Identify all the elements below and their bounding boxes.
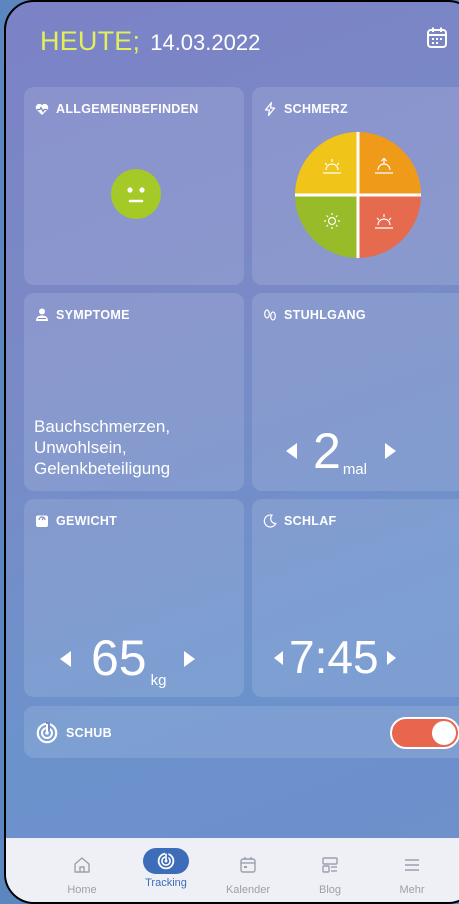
symptom-item: Gelenkbeteiligung	[34, 459, 171, 478]
stuhlgang-stepper: 2 mal	[286, 423, 396, 479]
flare-target-icon	[36, 722, 58, 744]
card-gewicht[interactable]: GEWICHT 65 kg	[24, 499, 244, 697]
calendar-icon	[239, 854, 257, 876]
card-title: STUHLGANG	[284, 308, 366, 322]
nav-label: Kalender	[225, 884, 271, 896]
nav-tracking[interactable]: Tracking	[131, 838, 201, 902]
stuhlgang-value: 2	[313, 423, 341, 479]
tracking-icon	[143, 848, 189, 874]
schlaf-value: 7:45	[289, 631, 379, 683]
app-screen: HEUTE; 14.03.2022 ALLGEMEINBEFINDEN SCHM…	[4, 0, 459, 904]
schub-toggle[interactable]	[390, 717, 459, 749]
card-schub: SCHUB	[24, 706, 459, 758]
heart-pulse-icon	[34, 101, 50, 117]
card-title: ALLGEMEINBEFINDEN	[56, 102, 199, 116]
calendar-icon[interactable]	[426, 26, 448, 50]
date-label: 14.03.2022	[150, 29, 261, 55]
nav-label: Tracking	[145, 877, 187, 889]
pain-quadrant-morning	[295, 132, 358, 195]
nav-mehr[interactable]: Mehr	[377, 838, 447, 902]
blog-icon	[321, 854, 339, 876]
increment-button[interactable]	[384, 443, 396, 459]
gewicht-unit: kg	[150, 672, 167, 689]
card-symptome[interactable]: SYMPTOME Bauchschmerzen, Unwohlsein, Gel…	[24, 293, 244, 491]
gewicht-stepper: 65 kg	[60, 630, 196, 689]
bottom-navigation: Home Tracking Kalender Blog Mehr	[6, 838, 459, 902]
pain-quadrant-evening	[358, 195, 421, 258]
card-title: GEWICHT	[56, 514, 118, 528]
pain-quadrant-chart[interactable]	[295, 132, 421, 258]
neutral-face-icon	[111, 169, 161, 219]
card-title: SYMPTOME	[56, 308, 130, 322]
symptom-item: Bauchschmerzen,	[34, 417, 171, 436]
decrement-button[interactable]	[60, 651, 71, 667]
nav-blog[interactable]: Blog	[295, 838, 365, 902]
nav-home[interactable]: Home	[47, 838, 117, 902]
card-title: SCHUB	[66, 726, 112, 740]
card-allgemeinbefinden[interactable]: ALLGEMEINBEFINDEN	[24, 87, 244, 285]
scale-icon	[34, 513, 50, 529]
nav-label: Mehr	[399, 884, 425, 896]
header: HEUTE; 14.03.2022	[6, 2, 459, 80]
schlaf-stepper: 7:45	[274, 632, 396, 682]
today-label: HEUTE;	[40, 25, 141, 56]
home-icon	[73, 854, 91, 876]
person-icon	[34, 307, 50, 323]
card-title: SCHMERZ	[284, 102, 348, 116]
symptom-item: Unwohlsein,	[34, 438, 127, 457]
decrement-button[interactable]	[286, 443, 297, 459]
stuhlgang-unit: mal	[342, 461, 367, 478]
card-stuhlgang[interactable]: STUHLGANG 2 mal	[252, 293, 459, 491]
nav-label: Blog	[318, 884, 342, 896]
gewicht-value: 65	[91, 630, 147, 686]
symptom-list: Bauchschmerzen, Unwohlsein, Gelenkbeteil…	[34, 416, 170, 479]
card-schlaf[interactable]: SCHLAF 7:45	[252, 499, 459, 697]
nav-kalender[interactable]: Kalender	[213, 838, 283, 902]
increment-button[interactable]	[184, 651, 196, 667]
lightning-icon	[262, 101, 278, 117]
moon-icon	[262, 513, 278, 529]
card-schmerz[interactable]: SCHMERZ	[252, 87, 459, 285]
footprints-icon	[262, 307, 278, 323]
decrement-button[interactable]	[274, 651, 283, 665]
increment-button[interactable]	[386, 651, 396, 665]
card-title: SCHLAF	[284, 514, 337, 528]
toggle-knob	[432, 721, 456, 745]
nav-label: Home	[67, 884, 97, 896]
menu-icon	[403, 854, 421, 876]
pain-quadrant-midday	[358, 132, 421, 195]
